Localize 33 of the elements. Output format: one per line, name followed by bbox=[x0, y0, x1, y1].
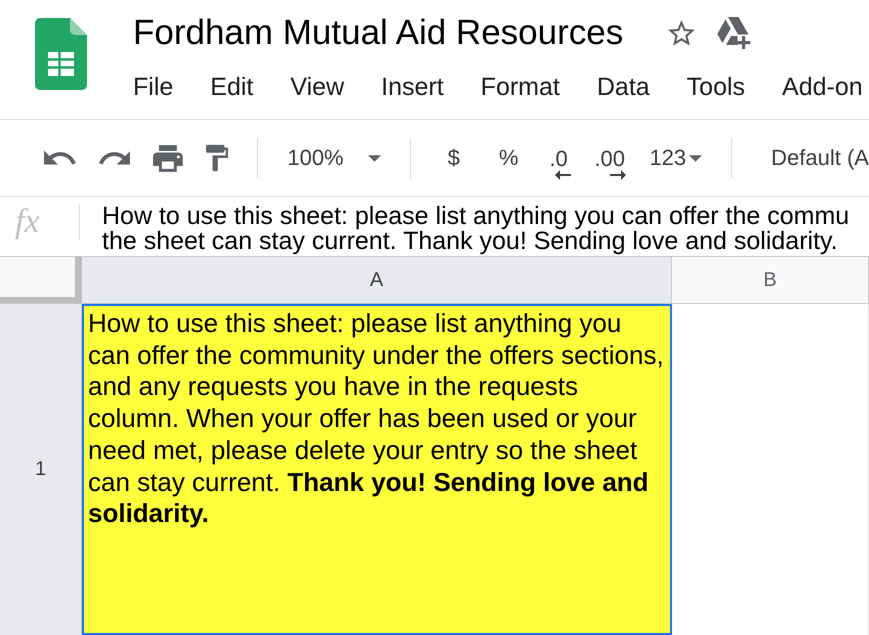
row-header[interactable]: 1 bbox=[0, 304, 82, 635]
table-cell[interactable]: How to use this sheet: please list anything you can offer the community under the offers sections, and any requests you have in the requests column. When your offer has been used or your need met, please delete your entry so the sheet can stay current. Thank you! Sending love and solidarity. bbox=[82, 304, 672, 635]
menu-item[interactable]: View bbox=[290, 72, 344, 102]
menu-item[interactable]: File bbox=[133, 72, 174, 102]
percent-format-button[interactable]: % bbox=[490, 144, 526, 172]
zoom-select[interactable]: 100% bbox=[287, 144, 381, 172]
column-header[interactable]: A bbox=[82, 257, 672, 303]
menu-item[interactable]: Data bbox=[596, 72, 650, 102]
currency-format-button[interactable]: $ bbox=[440, 144, 468, 172]
font-select[interactable]: Default (A bbox=[771, 144, 869, 172]
menu-item[interactable]: Insert bbox=[381, 72, 444, 102]
document-title[interactable]: Fordham Mutual Aid Resources bbox=[133, 13, 624, 53]
undo-icon[interactable] bbox=[44, 150, 76, 166]
column-header[interactable]: B bbox=[672, 257, 869, 303]
formula-input[interactable]: How to use this sheet: please list anything you can offer the commu the sheet can stay current. Thank you! Sending love and solidarity. bbox=[102, 204, 850, 254]
spreadsheet-file-icon[interactable] bbox=[35, 18, 87, 90]
increase-decimals-button[interactable]: .00 bbox=[594, 146, 626, 180]
triangle-plus-icon[interactable] bbox=[717, 17, 752, 49]
caret-icon bbox=[368, 154, 381, 162]
menu-item[interactable]: Edit bbox=[210, 72, 254, 102]
left-arrow-icon bbox=[555, 170, 572, 180]
menu-item[interactable]: Tools bbox=[686, 72, 746, 102]
menu-item[interactable]: Format bbox=[480, 72, 560, 102]
paint-roller-icon[interactable] bbox=[206, 144, 228, 172]
right-arrow-icon bbox=[610, 170, 626, 180]
menu-item[interactable]: Add-on bbox=[782, 72, 863, 102]
number-format-button[interactable]: 123 bbox=[649, 144, 702, 172]
star-icon[interactable] bbox=[668, 20, 696, 46]
print-icon[interactable] bbox=[153, 144, 184, 172]
decrease-decimals-button[interactable]: .0 bbox=[549, 146, 572, 180]
redo-icon[interactable] bbox=[98, 150, 130, 166]
fx-label: fx bbox=[0, 204, 80, 240]
caret-icon bbox=[689, 154, 702, 162]
